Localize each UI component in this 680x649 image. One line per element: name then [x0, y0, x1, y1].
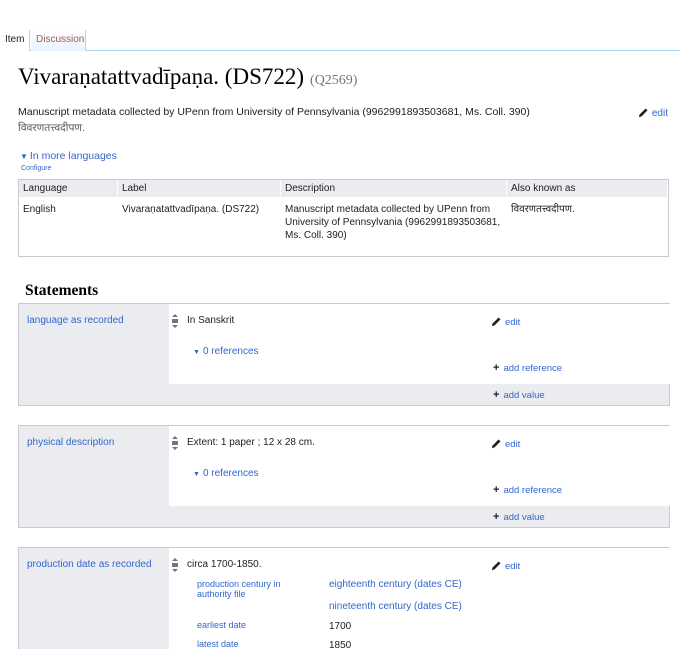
item-description: Manuscript metadata collected by UPenn f…	[18, 106, 530, 118]
edit-label: edit	[651, 108, 668, 119]
caret-down-icon: ▼	[193, 471, 200, 478]
add-value-label: add value	[503, 390, 545, 401]
qualifier-property-line: production century in	[197, 579, 281, 589]
qualifier-value[interactable]: 1850	[329, 640, 351, 649]
add-reference-button[interactable]: + add reference	[493, 484, 562, 496]
statement-group-physical-description: physical description Extent: 1 paper ; 1…	[18, 425, 670, 528]
references-toggle[interactable]: ▼ 0 references	[193, 346, 259, 357]
label-cell[interactable]: Vivaraṇatattvadīpaṇa. (DS722)	[118, 203, 281, 256]
column-header-language: Language	[19, 180, 118, 197]
rank-selector-icon[interactable]	[172, 436, 178, 450]
references-label: 0 references	[202, 346, 259, 357]
references-label: 0 references	[202, 468, 259, 479]
claim-value[interactable]: Extent: 1 paper ; 12 x 28 cm.	[187, 437, 315, 448]
in-more-languages-toggle[interactable]: ▼ In more languages	[20, 150, 117, 162]
property-link[interactable]: physical description	[27, 437, 114, 448]
qualifier-value[interactable]: 1700	[329, 621, 351, 632]
property-link[interactable]: language as recorded	[27, 315, 124, 326]
description-line: Ms. Coll. 390)	[285, 230, 347, 241]
description-line: University of Pennsylvania (996299189350…	[285, 217, 501, 228]
column-header-also-known-as: Also known as	[507, 180, 668, 197]
column-header-label: Label	[118, 180, 281, 197]
pencil-icon	[638, 108, 648, 118]
table-row: English Vivaraṇatattvadīpaṇa. (DS722) Ma…	[19, 197, 668, 256]
add-value-button[interactable]: + add value	[493, 511, 545, 523]
qualifier-property-link[interactable]: latest date	[197, 639, 307, 649]
edit-button[interactable]: edit	[491, 438, 520, 450]
edit-button[interactable]: edit	[491, 560, 520, 572]
edit-label: edit	[505, 439, 521, 450]
claim: In Sanskrit edit ▼ 0 references + add refe…	[169, 304, 670, 384]
edit-header-button[interactable]: edit	[638, 107, 668, 119]
in-more-languages-label: In more languages	[29, 150, 117, 162]
statement-group-production-date-as-recorded: production date as recorded circa 1700-1…	[18, 547, 670, 649]
languages-table: Language Label Description Also known as…	[18, 179, 669, 257]
plus-icon: +	[493, 362, 500, 374]
configure-link[interactable]: Configure	[21, 165, 51, 172]
qualifier-property-line: authority file	[197, 589, 246, 599]
rank-selector-icon[interactable]	[172, 314, 178, 328]
description-cell[interactable]: Manuscript metadata collected by UPenn f…	[281, 203, 507, 256]
edit-button[interactable]: edit	[491, 316, 520, 328]
references-toggle[interactable]: ▼ 0 references	[193, 468, 259, 479]
page-title: Vivaraṇatattvadīpaṇa. (DS722) (Q2569)	[18, 64, 357, 90]
edit-label: edit	[505, 317, 521, 328]
add-reference-button[interactable]: + add reference	[493, 362, 562, 374]
add-value-label: add value	[503, 512, 545, 523]
claim-value[interactable]: In Sanskrit	[187, 315, 234, 326]
property-link[interactable]: production date as recorded	[27, 559, 152, 570]
item-label: Vivaraṇatattvadīpaṇa. (DS722)	[18, 64, 305, 89]
description-line: Manuscript metadata collected by UPenn f…	[285, 204, 491, 215]
claim-value[interactable]: circa 1700-1850.	[187, 559, 262, 570]
pencil-icon	[491, 561, 501, 571]
rank-selector-icon[interactable]	[172, 558, 178, 572]
caret-down-icon: ▼	[20, 152, 28, 161]
qualifier-property-link[interactable]: earliest date	[197, 620, 307, 630]
pencil-icon	[491, 439, 501, 449]
tab-item[interactable]: Item	[0, 30, 30, 51]
plus-icon: +	[493, 389, 500, 401]
add-reference-label: add reference	[503, 485, 563, 496]
claim: Extent: 1 paper ; 12 x 28 cm. edit ▼ 0 re…	[169, 426, 670, 506]
pencil-icon	[491, 317, 501, 327]
add-value-button[interactable]: + add value	[493, 389, 545, 401]
item-alias: विवरणतत्त्वदीपण.	[18, 122, 85, 134]
caret-down-icon: ▼	[193, 349, 200, 356]
plus-icon: +	[493, 484, 500, 496]
plus-icon: +	[493, 511, 500, 523]
add-reference-label: add reference	[503, 363, 563, 374]
tab-bar: Item Discussion	[0, 0, 680, 51]
qualifier-property-link[interactable]: production century in authority file	[197, 579, 307, 599]
statements-heading: Statements	[25, 282, 99, 299]
item-id: (Q2569)	[310, 73, 358, 88]
aka-cell[interactable]: विवरणतत्त्वदीपण.	[507, 203, 668, 256]
column-header-description: Description	[281, 180, 507, 197]
qualifier-value-link[interactable]: eighteenth century (dates CE)	[329, 579, 462, 590]
languages-table-header: Language Label Description Also known as	[19, 180, 668, 197]
statement-group-language-as-recorded: language as recorded In Sanskrit edit ▼ 0…	[18, 303, 670, 406]
claim: circa 1700-1850. edit production century…	[169, 548, 670, 649]
edit-label: edit	[505, 561, 521, 572]
tab-discussion[interactable]: Discussion	[31, 30, 86, 51]
qualifier-value-link[interactable]: nineteenth century (dates CE)	[329, 601, 462, 612]
language-cell: English	[23, 204, 56, 215]
